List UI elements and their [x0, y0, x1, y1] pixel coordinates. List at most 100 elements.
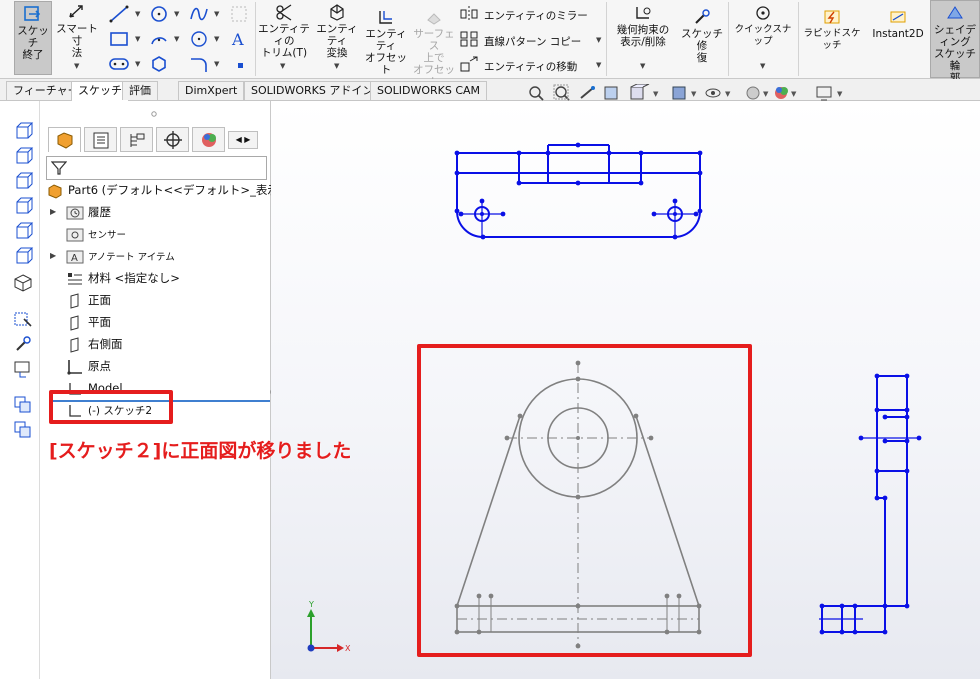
move-entities-button[interactable]: エンティティの移動 — [484, 59, 577, 74]
view-left-icon[interactable] — [12, 221, 34, 241]
feature-manager-tabs: ◀ ▶ — [48, 127, 268, 153]
svg-text:▼: ▼ — [691, 90, 697, 98]
point-icon[interactable] — [230, 56, 252, 76]
expand-arrow-annotations[interactable]: ▶ — [50, 251, 56, 260]
tab-scroll-arrows[interactable]: ◀ ▶ — [228, 131, 258, 149]
display-delete-relations-button[interactable]: 幾何拘束の 表示/削除 — [612, 4, 674, 64]
view-top-icon[interactable] — [12, 171, 34, 191]
slot-icon[interactable] — [108, 54, 130, 74]
normal-to-icon[interactable] — [12, 309, 34, 329]
rapid-sketch-button[interactable]: ラピッドスケッチ — [800, 8, 864, 51]
tab-evaluate[interactable]: 評価 — [122, 81, 158, 100]
tab-dimxpert[interactable]: DimXpert — [178, 81, 245, 100]
sketch-exit-button[interactable]: スケッチ 終了 — [14, 1, 52, 75]
svg-text:Y: Y — [308, 600, 314, 609]
top-view-sketch — [456, 144, 701, 238]
tab-solidworks-cam[interactable]: SOLIDWORKS CAM — [370, 81, 488, 100]
paste-view-icon[interactable] — [12, 419, 34, 439]
text-icon[interactable]: A — [228, 29, 250, 49]
tree-label-history: 履歴 — [88, 205, 111, 219]
quick-snaps-button[interactable]: クイックスナップ — [731, 4, 795, 47]
copy-view-icon[interactable] — [12, 394, 34, 414]
left-command-strip — [0, 101, 40, 679]
move-entities-icon — [460, 56, 478, 72]
panel-grip-icon[interactable] — [150, 110, 158, 118]
tree-item-front-plane[interactable]: 正面 — [66, 290, 111, 310]
command-manager-ribbon: スケッチ 終了 スマート寸 法 ▼ ▼ ▼ ▼ ▼ ▼ ▼ A ▼ ▼ エンティ… — [0, 0, 980, 88]
circle-icon[interactable] — [148, 4, 170, 24]
polygon-icon[interactable] — [188, 29, 210, 49]
hexagon-icon[interactable] — [148, 54, 170, 74]
tree-item-right-plane[interactable]: 右側面 — [66, 334, 123, 354]
dimxpert-icon — [164, 131, 182, 149]
quick-snaps-label: クイックスナップ — [734, 24, 792, 47]
tree-filter-input[interactable] — [46, 156, 267, 180]
feature-tree-tab[interactable] — [48, 127, 81, 152]
spline-icon[interactable] — [188, 4, 210, 24]
view-bottom-icon[interactable] — [12, 246, 34, 266]
tree-item-sensors[interactable]: センサー — [66, 224, 126, 244]
expand-arrow-history[interactable]: ▶ — [50, 207, 56, 216]
dimxpert-manager-tab[interactable] — [156, 127, 189, 152]
sketch-picture-icon[interactable] — [12, 359, 34, 379]
trim-icon — [276, 4, 292, 21]
property-manager-tab[interactable] — [84, 127, 117, 152]
tree-item-annotations[interactable]: A アノテート アイテム — [66, 246, 175, 266]
svg-text:A: A — [71, 253, 78, 264]
property-manager-icon — [93, 132, 109, 149]
configuration-manager-tab[interactable] — [120, 127, 153, 152]
display-manager-tab[interactable] — [192, 127, 225, 152]
shaded-sketch-label: シェイディング スケッチ輪 郭 — [934, 24, 976, 84]
view-front-icon[interactable] — [12, 146, 34, 166]
tree-item-history[interactable]: 履歴 — [66, 202, 111, 222]
smart-dimension-button[interactable]: スマート寸 法 — [55, 3, 99, 59]
plane-icon — [70, 314, 79, 331]
material-icon — [68, 272, 82, 284]
offset-label: エンティティ オフセット — [365, 28, 407, 76]
smart-dimension-label: スマート寸 法 — [56, 23, 98, 59]
tree-label-sensors: センサー — [88, 230, 127, 241]
arc-icon[interactable] — [148, 29, 170, 49]
offset-entities-button[interactable]: エンティティ オフセット — [363, 8, 409, 76]
tree-item-origin[interactable]: 原点 — [66, 356, 111, 376]
tree-label-top-plane: 平面 — [88, 315, 111, 329]
isometric-view-icon[interactable] — [12, 273, 34, 293]
fillet-icon[interactable] — [188, 54, 210, 74]
mirror-icon — [460, 6, 478, 22]
tree-label-material: 材料 <指定なし> — [88, 271, 180, 285]
heads-up-view-toolbar[interactable]: ▼ ▼ ▼ ▼ ▼ ▼ — [525, 84, 855, 102]
repair-sketch-button[interactable]: スケッチ修 復 — [678, 8, 726, 68]
svg-text:X: X — [345, 644, 351, 653]
top-view-points — [454, 142, 703, 240]
linear-pattern-button[interactable]: 直線パターン コピー — [484, 34, 581, 49]
tree-item-top-plane[interactable]: 平面 — [66, 312, 111, 332]
previous-view-icon — [580, 86, 595, 99]
tab-sketch[interactable]: スケッチ — [71, 81, 129, 101]
linear-pattern-icon — [460, 31, 478, 47]
tool-settings-icon[interactable] — [12, 334, 34, 354]
view-right-icon[interactable] — [12, 196, 34, 216]
view-cube-icon[interactable] — [12, 121, 34, 141]
rectangle-icon[interactable] — [108, 29, 130, 49]
trim-label: エンティティの トリム(T) — [258, 23, 310, 59]
mirror-entities-button[interactable]: エンティティのミラー — [484, 8, 588, 23]
smart-dimension-dropdown[interactable]: ▼ — [74, 62, 79, 70]
plane-icon — [70, 336, 79, 353]
svg-text:▼: ▼ — [763, 90, 769, 98]
sketch-exit-label: スケッチ 終了 — [17, 25, 49, 61]
tree-item-material[interactable]: 材料 <指定なし> — [66, 268, 180, 288]
tree-label-origin: 原点 — [88, 359, 111, 373]
line-icon[interactable] — [108, 4, 130, 24]
rapid-sketch-icon — [824, 10, 840, 24]
convert-icon — [330, 4, 344, 21]
sensor-icon — [66, 228, 84, 241]
shaded-sketch-contours-button[interactable]: シェイディング スケッチ輪 郭 — [930, 0, 980, 84]
instant2d-icon — [890, 11, 906, 23]
svg-text:A: A — [231, 30, 244, 49]
tab-solidworks-addins[interactable]: SOLIDWORKS アドイン — [244, 81, 381, 100]
view-orientation-icon — [630, 84, 650, 100]
instant2d-label: Instant2D — [872, 28, 924, 40]
instant2d-button[interactable]: Instant2D — [866, 8, 930, 48]
relations-label: 幾何拘束の 表示/削除 — [616, 24, 670, 48]
configuration-manager-icon — [130, 133, 145, 147]
